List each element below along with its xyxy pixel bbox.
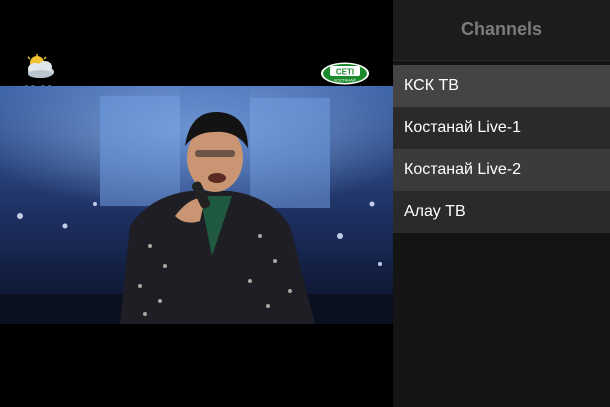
channel-item-label: Костанай Live-2	[404, 161, 521, 178]
svg-text:КОСТАНАЙ: КОСТАНАЙ	[334, 78, 356, 83]
channel-item-ksk-tv[interactable]: КСК ТВ	[393, 65, 610, 107]
panel-header: Channels	[393, 0, 610, 61]
channel-list: КСК ТВ Костанай Live-1 Костанай Live-2 А…	[393, 65, 610, 233]
video-player[interactable]: 23:38 СЕТІ КОСТАНАЙ	[0, 0, 393, 407]
panel-title: Channels	[460, 18, 543, 39]
channel-item-label: КСК ТВ	[404, 77, 459, 94]
partly-cloudy-icon	[23, 54, 57, 80]
channel-item-kostanay-live-1[interactable]: Костанай Live-1	[393, 107, 610, 149]
channel-item-label: Алау ТВ	[404, 203, 466, 220]
channel-item-kostanay-live-2[interactable]: Костанай Live-2	[393, 149, 610, 191]
channel-item-alau-tv[interactable]: Алау ТВ	[393, 191, 610, 233]
channel-logo-icon: СЕТІ КОСТАНАЙ	[320, 62, 370, 85]
channels-panel: Channels КСК ТВ Костанай Live-1 Костанай…	[393, 0, 610, 407]
video-frame[interactable]	[0, 86, 393, 324]
svg-text:СЕТІ: СЕТІ	[336, 68, 354, 77]
channel-item-label: Костанай Live-1	[404, 119, 521, 136]
